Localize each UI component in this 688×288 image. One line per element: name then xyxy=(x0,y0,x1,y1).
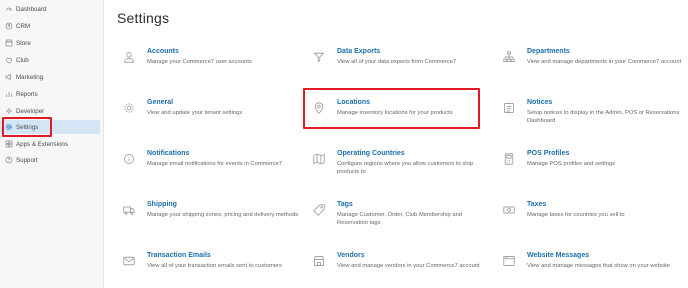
tile-notices[interactable]: Notices Setup notices to display in the … xyxy=(496,99,679,139)
sidebar-item-label: Club xyxy=(16,56,29,64)
sidebar-item-apps[interactable]: Apps & Extensions xyxy=(0,137,100,151)
tile-title: Notifications xyxy=(147,150,190,157)
sitemap-icon xyxy=(502,50,516,64)
truck-icon xyxy=(122,203,136,217)
pos-icon xyxy=(502,152,516,166)
settings-icon xyxy=(4,123,13,132)
gear-icon xyxy=(122,101,136,115)
crm-icon xyxy=(4,22,13,31)
user-icon xyxy=(122,50,136,64)
store-icon xyxy=(4,39,13,48)
tile-description: View and manage messages that show on yo… xyxy=(527,263,670,269)
tile-data-exports[interactable]: Data Exports View all of your data expor… xyxy=(306,48,486,88)
dashboard-icon xyxy=(4,5,13,14)
tile-title: Transaction Emails xyxy=(147,252,211,259)
tile-vendors[interactable]: Vendors View and manage vendors in your … xyxy=(306,252,486,288)
money-icon xyxy=(502,203,516,217)
marketing-icon xyxy=(4,73,13,82)
tile-description: Manage your Commerce7 user accounts xyxy=(147,59,252,65)
tile-description: Configure regions where you allow custom… xyxy=(337,161,473,175)
tile-description: View all of your transaction emails sent… xyxy=(147,263,282,269)
tile-title: Taxes xyxy=(527,201,547,208)
tile-description: Manage POS profiles and settings xyxy=(527,161,615,167)
envelope-icon xyxy=(122,254,136,268)
sidebar-item-crm[interactable]: CRM xyxy=(0,19,100,33)
tile-transaction-emails[interactable]: Transaction Emails View all of your tran… xyxy=(116,252,296,288)
sidebar-item-developer[interactable]: Developer xyxy=(0,104,100,118)
tile-description: Manage email notifications for events in… xyxy=(147,161,283,167)
sidebar-item-label: Store xyxy=(16,39,31,47)
sidebar-item-store[interactable]: Store xyxy=(0,36,100,50)
tile-title: Notices xyxy=(527,99,553,106)
tile-accounts[interactable]: Accounts Manage your Commerce7 user acco… xyxy=(116,48,296,88)
message-icon xyxy=(502,254,516,268)
sidebar-item-label: Settings xyxy=(16,123,39,131)
tile-description: Manage Customer, Order, Club Membership … xyxy=(337,212,463,226)
tile-departments[interactable]: Departments View and manage departments … xyxy=(496,48,681,88)
tile-locations[interactable]: Locations Manage inventory locations for… xyxy=(306,99,486,139)
tile-description: View all of your data exports from Comme… xyxy=(337,59,457,65)
tile-operating-countries[interactable]: Operating Countries Configure regions wh… xyxy=(306,150,486,190)
page-title: Settings xyxy=(117,10,170,26)
map-icon xyxy=(312,152,326,166)
tile-title: Departments xyxy=(527,48,570,55)
sidebar-item-label: Developer xyxy=(16,107,45,115)
sidebar-item-reports[interactable]: Reports xyxy=(0,87,100,101)
tile-description: Manage your shipping zones, pricing and … xyxy=(147,212,299,218)
tile-title: Vendors xyxy=(337,252,365,259)
reports-icon xyxy=(4,90,13,99)
main-content: Settings Accounts Manage your Commerce7 … xyxy=(105,0,688,288)
sidebar-item-label: Reports xyxy=(16,90,38,98)
tile-title: Operating Countries xyxy=(337,150,405,157)
tile-description: Setup notices to display in the Admin, P… xyxy=(527,110,680,124)
apps-icon xyxy=(4,140,13,149)
map-pin-icon xyxy=(312,101,326,115)
tile-description: View and manage vendors in your Commerce… xyxy=(337,263,480,269)
tile-taxes[interactable]: Taxes Manage taxes for countries you sel… xyxy=(496,201,676,241)
tile-title: Accounts xyxy=(147,48,179,55)
sidebar-item-club[interactable]: Club xyxy=(0,53,100,67)
tile-general[interactable]: General View and update your tenant sett… xyxy=(116,99,296,139)
sidebar-item-support[interactable]: Support xyxy=(0,153,100,167)
vendor-icon xyxy=(312,254,326,268)
tile-description: View and manage departments in your Comm… xyxy=(527,59,682,65)
sidebar-item-marketing[interactable]: Marketing xyxy=(0,70,100,84)
tile-title: Tags xyxy=(337,201,353,208)
tile-pos-profiles[interactable]: POS Profiles Manage POS profiles and set… xyxy=(496,150,676,190)
tile-shipping[interactable]: Shipping Manage your shipping zones, pri… xyxy=(116,201,298,241)
sidebar-item-dashboard[interactable]: Dashboard xyxy=(0,2,100,16)
tile-title: Website Messages xyxy=(527,252,590,259)
tile-title: POS Profiles xyxy=(527,150,570,157)
info-icon xyxy=(122,152,136,166)
tile-title: General xyxy=(147,99,174,106)
developer-icon xyxy=(4,107,13,116)
sidebar-item-label: Dashboard xyxy=(16,5,47,13)
tile-notifications[interactable]: Notifications Manage email notifications… xyxy=(116,150,296,190)
sidebar-item-label: Marketing xyxy=(16,73,44,81)
sidebar-item-label: Apps & Extensions xyxy=(16,140,68,148)
tile-description: View and update your tenant settings xyxy=(147,110,243,116)
support-icon xyxy=(4,156,13,165)
sidebar-item-label: CRM xyxy=(16,22,31,30)
sidebar-item-settings[interactable]: Settings xyxy=(0,120,100,134)
tile-website-messages[interactable]: Website Messages View and manage message… xyxy=(496,252,676,288)
tag-icon xyxy=(312,203,326,217)
tile-description: Manage taxes for countries you sell to xyxy=(527,212,625,218)
notice-icon xyxy=(502,101,516,115)
tile-description: Manage inventory locations for your prod… xyxy=(337,110,453,116)
tile-title: Shipping xyxy=(147,201,177,208)
tile-tags[interactable]: Tags Manage Customer, Order, Club Member… xyxy=(306,201,486,241)
tile-title: Locations xyxy=(337,99,371,106)
funnel-icon xyxy=(312,50,326,64)
sidebar: Dashboard CRM Store Club Marketing Repor… xyxy=(0,0,104,288)
club-icon xyxy=(4,56,13,65)
sidebar-item-label: Support xyxy=(16,156,38,164)
tile-title: Data Exports xyxy=(337,48,381,55)
